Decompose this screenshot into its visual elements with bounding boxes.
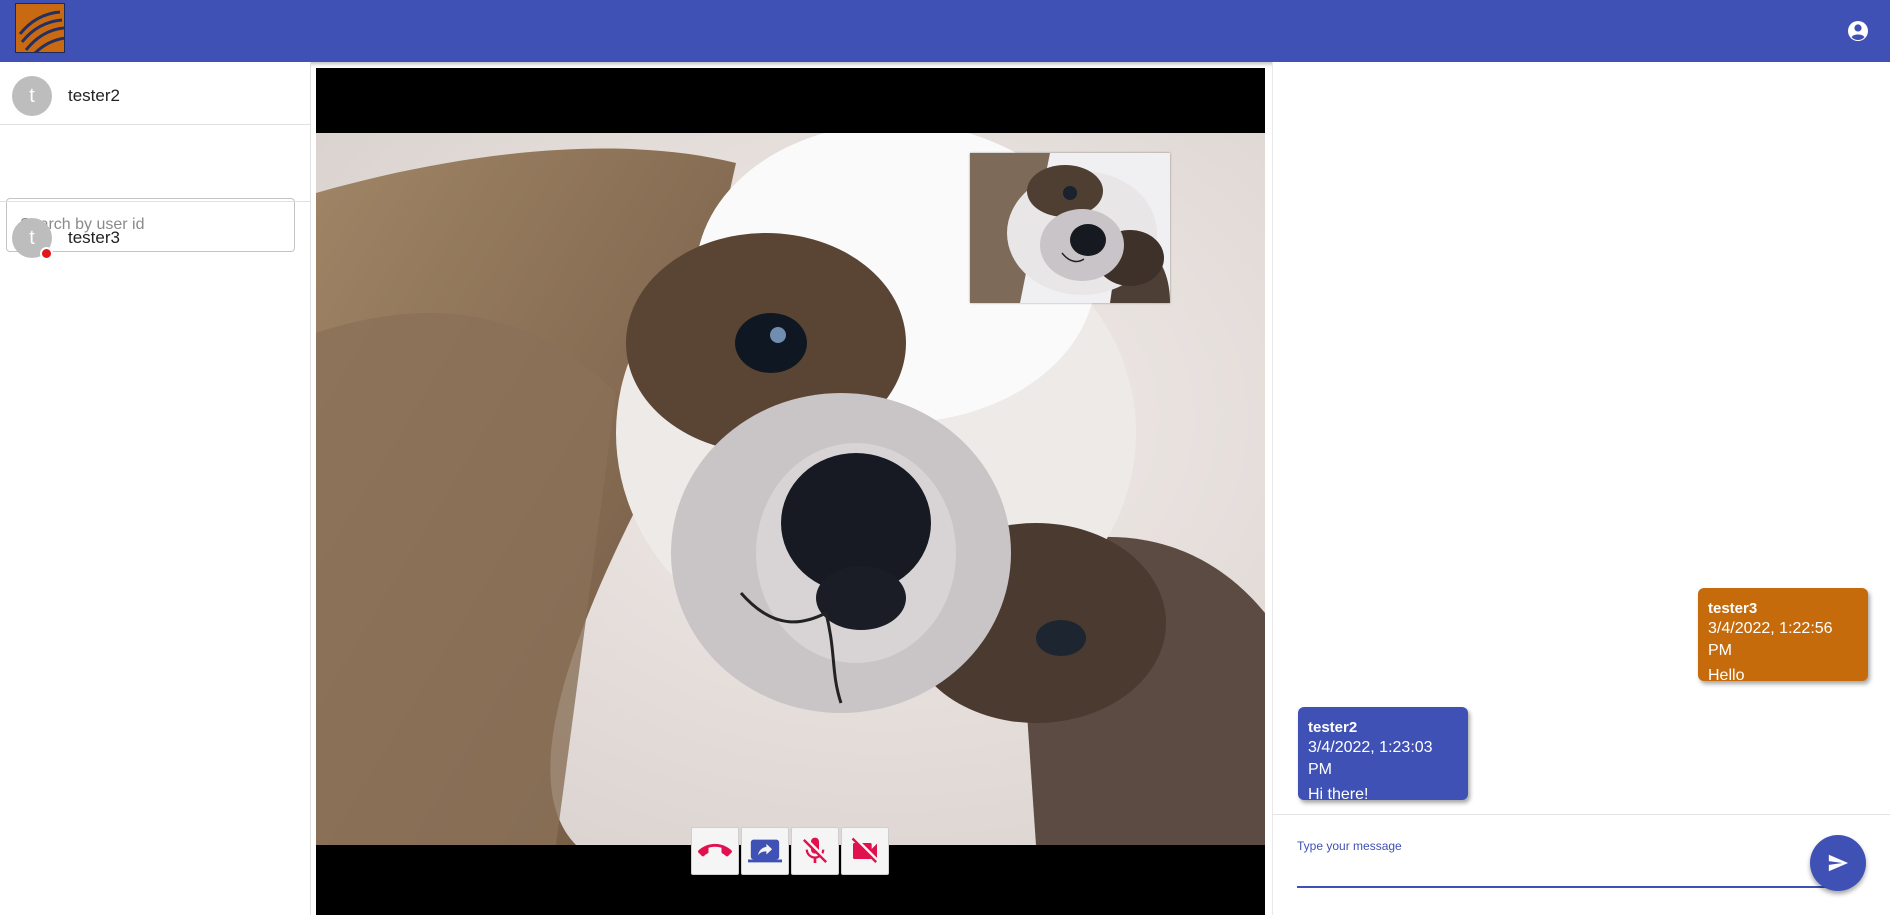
screen-share-icon	[748, 839, 782, 863]
current-user: t tester2	[0, 62, 310, 122]
divider	[1273, 814, 1890, 815]
divider	[0, 124, 310, 125]
message-timestamp: 3/4/2022, 1:22:56 PM	[1708, 620, 1833, 659]
message-input-label: Type your message	[1297, 839, 1402, 853]
mic-off-icon	[803, 837, 827, 863]
message-sender: tester2	[1308, 719, 1358, 736]
chat-message-outgoing: tester3 3/4/2022, 1:22:56 PM Hello	[1698, 588, 1868, 684]
avatar: t	[12, 76, 52, 116]
video-call-area	[316, 68, 1265, 915]
camera-off-button[interactable]	[841, 827, 889, 875]
chat-message-incoming: tester2 3/4/2022, 1:23:03 PM Hi there!	[1298, 707, 1468, 803]
account-circle-icon[interactable]	[1846, 19, 1870, 43]
videocam-off-icon	[851, 837, 877, 863]
message-text: Hi there!	[1308, 786, 1369, 803]
hang-up-button[interactable]	[691, 827, 739, 875]
screen-share-button[interactable]	[741, 827, 789, 875]
app-bar	[0, 0, 1890, 62]
send-icon	[1828, 854, 1849, 872]
contact-name: tester3	[68, 228, 120, 247]
mute-mic-button[interactable]	[791, 827, 839, 875]
local-video-preview	[970, 153, 1170, 303]
brand-logo-icon[interactable]	[15, 3, 65, 53]
hang-up-icon	[698, 843, 732, 857]
message-timestamp: 3/4/2022, 1:23:03 PM	[1308, 739, 1433, 778]
send-button[interactable]	[1810, 835, 1866, 891]
divider	[0, 201, 310, 202]
current-user-name: tester2	[68, 86, 120, 105]
message-sender: tester3	[1708, 600, 1758, 617]
chat-panel: tester3 3/4/2022, 1:22:56 PM Hello teste…	[1272, 62, 1890, 915]
call-controls	[691, 827, 891, 877]
contact-item-tester3[interactable]: t tester3	[0, 204, 310, 264]
contacts-sidebar: t tester2 t tester3	[0, 62, 311, 915]
message-input[interactable]	[1297, 858, 1833, 888]
status-indicator	[40, 247, 53, 260]
message-text: Hello	[1708, 667, 1745, 684]
